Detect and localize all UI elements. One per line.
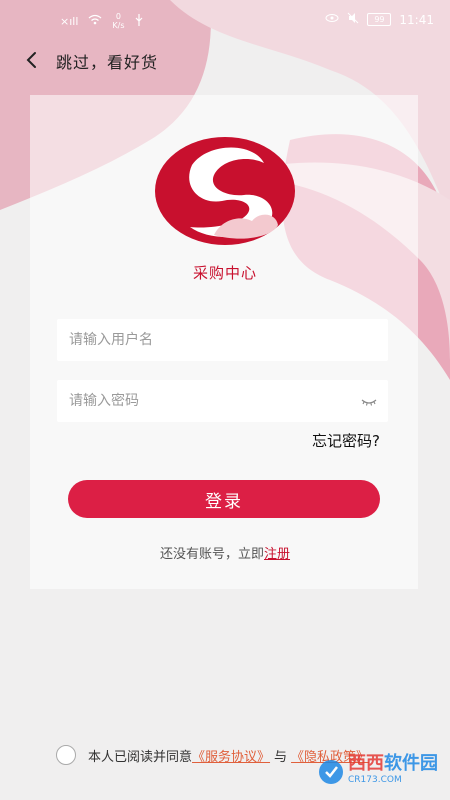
toggle-password-visibility-button[interactable] <box>360 392 378 410</box>
signal-icon: ×ıll <box>60 14 79 28</box>
eye-comfort-icon <box>325 13 339 26</box>
forgot-password-link[interactable]: 忘记密码? <box>312 430 380 451</box>
brand-logo <box>155 137 295 245</box>
signup-prompt: 还没有账号，立即注册 <box>0 543 450 562</box>
watermark-logo-icon <box>319 760 343 784</box>
brand-name: 采购中心 <box>192 264 257 282</box>
register-link[interactable]: 注册 <box>264 547 290 562</box>
skip-browse-link[interactable]: 跳过，看好货 <box>56 49 158 73</box>
agreement-checkbox[interactable] <box>56 745 76 765</box>
agreement-connector: 与 <box>274 749 288 765</box>
watermark-logo-text: 西西 <box>348 753 384 774</box>
chevron-left-icon <box>26 52 36 68</box>
status-bar: ×ıll 0 K/s 99 11:41 <box>0 0 450 40</box>
watermark-site-name: 软件园 <box>384 753 438 774</box>
username-input[interactable] <box>57 319 351 361</box>
no-account-text: 还没有账号，立即 <box>159 547 264 562</box>
password-field-container <box>57 380 388 422</box>
back-button[interactable] <box>18 46 46 74</box>
watermark-domain: CR173.COM <box>348 775 402 785</box>
mute-icon <box>347 12 359 27</box>
battery-icon: 99 <box>367 13 392 26</box>
status-time: 11:41 <box>399 12 434 27</box>
service-agreement-link[interactable]: 《服务协议》 <box>192 746 270 765</box>
network-speed: 0 K/s <box>112 12 125 30</box>
username-field-container <box>57 319 388 361</box>
watermark: 西西软件园 CR173.COM <box>318 753 438 788</box>
wifi-icon <box>88 14 102 28</box>
status-right: 99 11:41 <box>325 12 434 27</box>
usb-icon <box>135 13 143 29</box>
agreement-prefix: 本人已阅读并同意 <box>88 749 193 765</box>
login-button[interactable]: 登录 <box>68 480 380 518</box>
status-left: ×ıll 0 K/s <box>60 12 143 30</box>
eye-closed-icon <box>361 399 377 406</box>
password-input[interactable] <box>57 380 351 422</box>
top-bar: 跳过，看好货 <box>0 40 450 80</box>
